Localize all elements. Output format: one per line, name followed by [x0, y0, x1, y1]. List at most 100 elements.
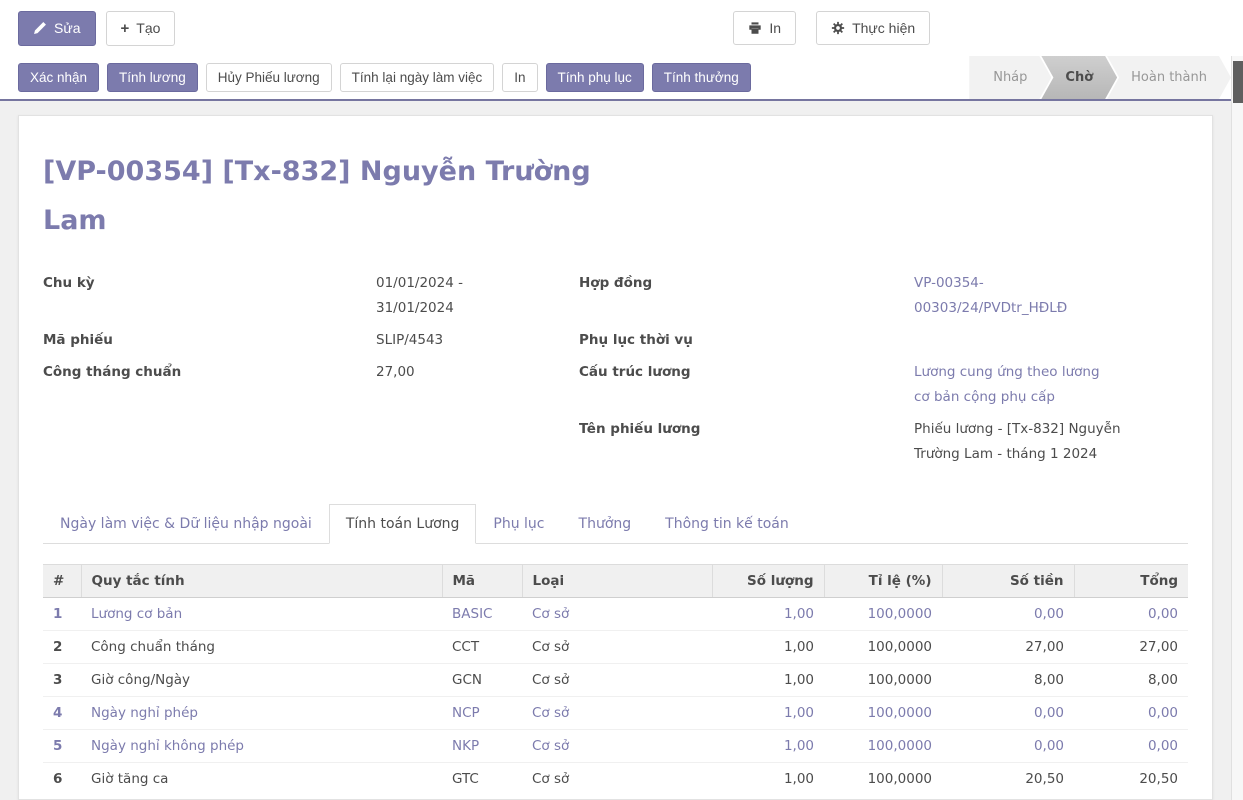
field-label: Hợp đồng	[579, 271, 914, 321]
cell-code[interactable]: GTC	[442, 763, 522, 796]
cell-category[interactable]: Cơ sở	[522, 697, 712, 730]
status-step-done[interactable]: Hoàn thành	[1107, 56, 1231, 99]
salary-structure-link[interactable]: Lương cung ứng theo lương cơ bản cộng ph…	[914, 360, 1188, 410]
field-value: SLIP/4543	[376, 328, 579, 353]
cell-category[interactable]: Cơ sở	[522, 664, 712, 697]
cell-total[interactable]: 0,00	[1074, 697, 1188, 730]
compute-salary-button[interactable]: Tính lương	[107, 63, 198, 93]
cell-row-number[interactable]: 6	[43, 763, 81, 796]
cell-amount[interactable]: 20,50	[942, 763, 1074, 796]
cancel-payslip-button[interactable]: Hủy Phiếu lương	[206, 63, 332, 93]
cell-row-number[interactable]: 1	[43, 598, 81, 631]
field-seasonal-annex: Phụ lục thời vụ	[579, 328, 1188, 353]
cell-amount[interactable]: 0,00	[942, 598, 1074, 631]
tab-salary-computation[interactable]: Tính toán Lương	[329, 504, 477, 544]
cell-rate[interactable]: 100,0000	[824, 697, 942, 730]
field-period: Chu kỳ 01/01/2024 - 31/01/2024	[43, 271, 579, 321]
scrollbar-thumb[interactable]	[1233, 61, 1243, 103]
cell-total[interactable]: 0,00	[1074, 598, 1188, 631]
print-payslip-button[interactable]: In	[502, 63, 537, 93]
cell-amount[interactable]: 0,00	[942, 730, 1074, 763]
edit-button-label: Sửa	[54, 21, 81, 35]
cell-rule[interactable]: Lương cơ bản	[81, 598, 442, 631]
status-step-draft[interactable]: Nháp	[969, 56, 1051, 99]
salary-rules-table: # Quy tắc tính Mã Loại Số lượng Tỉ lệ (%…	[43, 564, 1188, 795]
compute-bonus-button[interactable]: Tính thưởng	[652, 63, 751, 93]
cell-row-number[interactable]: 2	[43, 631, 81, 664]
tab-accounting-info[interactable]: Thông tin kế toán	[648, 504, 806, 544]
gear-icon	[831, 21, 845, 35]
field-salary-structure: Cấu trúc lương Lương cung ứng theo lương…	[579, 360, 1188, 410]
tab-worked-days[interactable]: Ngày làm việc & Dữ liệu nhập ngoài	[43, 504, 329, 544]
create-button[interactable]: + Tạo	[106, 11, 176, 46]
field-label: Cấu trúc lương	[579, 360, 914, 410]
print-button-label: In	[769, 21, 781, 35]
edit-button[interactable]: Sửa	[18, 11, 96, 46]
field-value: Phiếu lương - [Tx-832] Nguyễn Trường Lam…	[914, 417, 1188, 467]
cell-quantity[interactable]: 1,00	[712, 730, 824, 763]
cell-rule[interactable]: Công chuẩn tháng	[81, 631, 442, 664]
cell-row-number[interactable]: 5	[43, 730, 81, 763]
cell-total[interactable]: 27,00	[1074, 631, 1188, 664]
cell-amount[interactable]: 0,00	[942, 697, 1074, 730]
field-payslip-name: Tên phiếu lương Phiếu lương - [Tx-832] N…	[579, 417, 1188, 467]
cell-code[interactable]: NKP	[442, 730, 522, 763]
cell-category[interactable]: Cơ sở	[522, 598, 712, 631]
workflow-bar: Xác nhận Tính lương Hủy Phiếu lương Tính…	[0, 56, 1243, 101]
cell-rate[interactable]: 100,0000	[824, 631, 942, 664]
cell-category[interactable]: Cơ sở	[522, 730, 712, 763]
cell-code[interactable]: CCT	[442, 631, 522, 664]
table-row[interactable]: 6 Giờ tăng ca GTC Cơ sở 1,00 100,0000 20…	[43, 763, 1188, 796]
cell-rule[interactable]: Ngày nghỉ không phép	[81, 730, 442, 763]
cell-quantity[interactable]: 1,00	[712, 664, 824, 697]
cell-total[interactable]: 20,50	[1074, 763, 1188, 796]
field-group-left: Chu kỳ 01/01/2024 - 31/01/2024 Mã phiếu …	[43, 271, 579, 474]
cell-total[interactable]: 8,00	[1074, 664, 1188, 697]
cell-amount[interactable]: 8,00	[942, 664, 1074, 697]
vertical-scrollbar[interactable]	[1231, 56, 1243, 800]
cell-quantity[interactable]: 1,00	[712, 631, 824, 664]
cell-rate[interactable]: 100,0000	[824, 598, 942, 631]
field-value: 27,00	[376, 360, 579, 385]
content-area: [VP-00354] [Tx-832] Nguyễn Trường Lam Ch…	[0, 101, 1243, 800]
status-step-waiting[interactable]: Chờ	[1041, 56, 1117, 99]
table-row[interactable]: 2 Công chuẩn tháng CCT Cơ sở 1,00 100,00…	[43, 631, 1188, 664]
field-label: Mã phiếu	[43, 328, 376, 353]
field-contract: Hợp đồng VP-00354- 00303/24/PVDtr_HĐLĐ	[579, 271, 1188, 321]
col-rule: Quy tắc tính	[81, 565, 442, 598]
cell-rate[interactable]: 100,0000	[824, 763, 942, 796]
cell-amount[interactable]: 27,00	[942, 631, 1074, 664]
cell-code[interactable]: BASIC	[442, 598, 522, 631]
cell-rule[interactable]: Giờ công/Ngày	[81, 664, 442, 697]
cell-quantity[interactable]: 1,00	[712, 697, 824, 730]
cell-category[interactable]: Cơ sở	[522, 763, 712, 796]
cell-total[interactable]: 0,00	[1074, 730, 1188, 763]
field-label: Chu kỳ	[43, 271, 376, 321]
cell-rate[interactable]: 100,0000	[824, 664, 942, 697]
record-action-group: Sửa + Tạo	[18, 11, 175, 46]
action-menu-button[interactable]: Thực hiện	[816, 11, 930, 45]
cell-row-number[interactable]: 4	[43, 697, 81, 730]
table-row[interactable]: 4 Ngày nghỉ phép NCP Cơ sở 1,00 100,0000…	[43, 697, 1188, 730]
contract-link[interactable]: VP-00354- 00303/24/PVDtr_HĐLĐ	[914, 271, 1188, 321]
table-row[interactable]: 1 Lương cơ bản BASIC Cơ sở 1,00 100,0000…	[43, 598, 1188, 631]
confirm-button[interactable]: Xác nhận	[18, 63, 99, 93]
cell-code[interactable]: GCN	[442, 664, 522, 697]
cell-rule[interactable]: Ngày nghỉ phép	[81, 697, 442, 730]
cell-rate[interactable]: 100,0000	[824, 730, 942, 763]
cell-quantity[interactable]: 1,00	[712, 598, 824, 631]
recompute-workdays-button[interactable]: Tính lại ngày làm việc	[340, 63, 495, 93]
cell-quantity[interactable]: 1,00	[712, 763, 824, 796]
compute-annex-button[interactable]: Tính phụ lục	[546, 63, 644, 93]
cell-rule[interactable]: Giờ tăng ca	[81, 763, 442, 796]
cell-category[interactable]: Cơ sở	[522, 631, 712, 664]
field-slip-code: Mã phiếu SLIP/4543	[43, 328, 579, 353]
cell-row-number[interactable]: 3	[43, 664, 81, 697]
tab-annex[interactable]: Phụ lục	[476, 504, 561, 544]
cell-code[interactable]: NCP	[442, 697, 522, 730]
field-value: 01/01/2024 - 31/01/2024	[376, 271, 579, 321]
table-row[interactable]: 5 Ngày nghỉ không phép NKP Cơ sở 1,00 10…	[43, 730, 1188, 763]
print-button[interactable]: In	[733, 11, 796, 45]
tab-bonus[interactable]: Thưởng	[562, 504, 649, 544]
table-row[interactable]: 3 Giờ công/Ngày GCN Cơ sở 1,00 100,0000 …	[43, 664, 1188, 697]
